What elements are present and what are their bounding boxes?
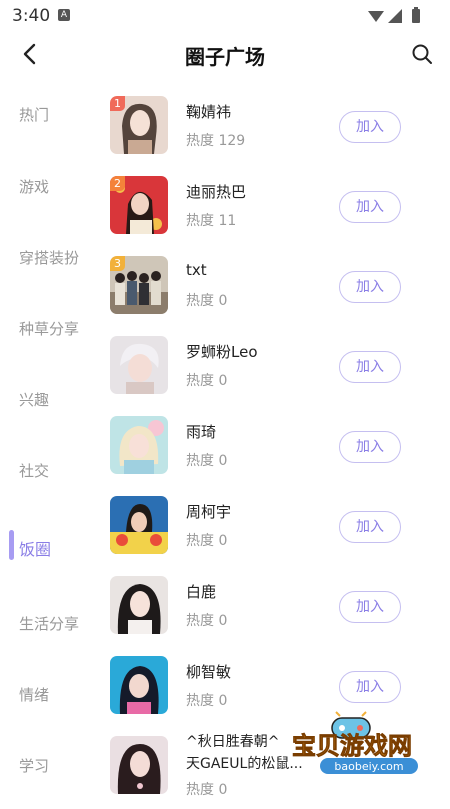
join-button[interactable]: 加入 xyxy=(339,191,401,223)
circle-name: 雨琦 xyxy=(186,423,217,441)
circle-avatar: 3 xyxy=(110,256,168,314)
circle-heat: 热度 0 xyxy=(186,613,228,629)
sidebar-item-study[interactable]: 学习 xyxy=(19,755,49,776)
system-status-icons xyxy=(368,7,420,23)
list-item[interactable]: 雨琦 热度 0 加入 xyxy=(90,409,450,489)
circle-avatar xyxy=(110,736,168,794)
battery-icon xyxy=(412,9,420,23)
circle-name: 迪丽热巴 xyxy=(186,183,247,201)
circle-avatar: 2 xyxy=(110,176,168,234)
watermark-logo: 宝贝游戏网 baobeiy.com xyxy=(288,706,448,778)
circle-avatar xyxy=(110,416,168,474)
circle-avatar: 1 xyxy=(110,96,168,154)
join-button[interactable]: 加入 xyxy=(339,591,401,623)
join-button[interactable]: 加入 xyxy=(339,431,401,463)
sidebar-item-social[interactable]: 社交 xyxy=(19,460,49,481)
circle-list: 1 鞠婧祎 热度 129 加入 2 迪丽热巴 热度 11 加入 3 txt 热度… xyxy=(90,80,450,800)
circle-avatar xyxy=(110,576,168,634)
sidebar-item-games[interactable]: 游戏 xyxy=(19,176,49,197)
circle-name: txt xyxy=(186,261,207,279)
active-category-indicator xyxy=(9,530,14,560)
rank-badge: 3 xyxy=(110,256,125,271)
search-icon[interactable] xyxy=(410,42,434,66)
circle-name: 鞠婧祎 xyxy=(186,103,232,121)
signal-icon xyxy=(388,9,402,23)
circle-name: 罗蛳粉Leo xyxy=(186,343,258,361)
list-item[interactable]: 周柯宇 热度 0 加入 xyxy=(90,489,450,569)
rank-badge: 2 xyxy=(110,176,125,191)
circle-heat: 热度 0 xyxy=(186,453,228,469)
circle-heat: 热度 0 xyxy=(186,373,228,389)
join-button[interactable]: 加入 xyxy=(339,671,401,703)
watermark-text: 宝贝游戏网 xyxy=(292,732,412,760)
list-item[interactable]: 2 迪丽热巴 热度 11 加入 xyxy=(90,169,450,249)
list-item[interactable]: 白鹿 热度 0 加入 xyxy=(90,569,450,649)
sidebar-item-mood[interactable]: 情绪 xyxy=(19,684,49,705)
watermark-url: baobeiy.com xyxy=(334,760,403,773)
circle-heat: 热度 129 xyxy=(186,133,246,149)
sidebar-item-hot[interactable]: 热门 xyxy=(19,104,49,125)
circle-avatar xyxy=(110,336,168,394)
list-item[interactable]: 罗蛳粉Leo 热度 0 加入 xyxy=(90,329,450,409)
sidebar-item-fandom[interactable]: 饭圈 xyxy=(19,536,51,560)
status-bar: 3:40 A xyxy=(0,0,450,32)
sidebar-item-outfits[interactable]: 穿搭装扮 xyxy=(19,247,79,268)
circle-name: 周柯宇 xyxy=(186,503,232,521)
join-button[interactable]: 加入 xyxy=(339,351,401,383)
circle-heat: 热度 0 xyxy=(186,533,228,549)
category-sidebar: 热门 游戏 穿搭装扮 种草分享 兴趣 社交 饭圈 生活分享 情绪 学习 xyxy=(0,80,90,800)
circle-name: 白鹿 xyxy=(186,583,217,601)
status-time: 3:40 xyxy=(12,6,51,26)
notification-a-icon: A xyxy=(58,9,70,21)
list-item[interactable]: 1 鞠婧祎 热度 129 加入 xyxy=(90,89,450,169)
circle-heat: 热度 0 xyxy=(186,293,228,309)
circle-heat: 热度 0 xyxy=(186,693,228,709)
circle-avatar xyxy=(110,496,168,554)
circle-heat: 热度 0 xyxy=(186,782,228,798)
top-app-bar: 圈子广场 xyxy=(0,32,450,76)
wifi-icon xyxy=(368,11,384,22)
sidebar-item-interests[interactable]: 兴趣 xyxy=(19,389,49,410)
join-button[interactable]: 加入 xyxy=(339,511,401,543)
join-button[interactable]: 加入 xyxy=(339,271,401,303)
rank-badge: 1 xyxy=(110,96,125,111)
circle-heat: 热度 11 xyxy=(186,213,237,229)
sidebar-item-recommend[interactable]: 种草分享 xyxy=(19,318,79,339)
join-button[interactable]: 加入 xyxy=(339,111,401,143)
list-item[interactable]: 3 txt 热度 0 加入 xyxy=(90,249,450,329)
page-title: 圈子广场 xyxy=(185,45,265,69)
circle-avatar xyxy=(110,656,168,714)
circle-name: 柳智敏 xyxy=(186,663,232,681)
sidebar-item-life[interactable]: 生活分享 xyxy=(19,613,79,634)
